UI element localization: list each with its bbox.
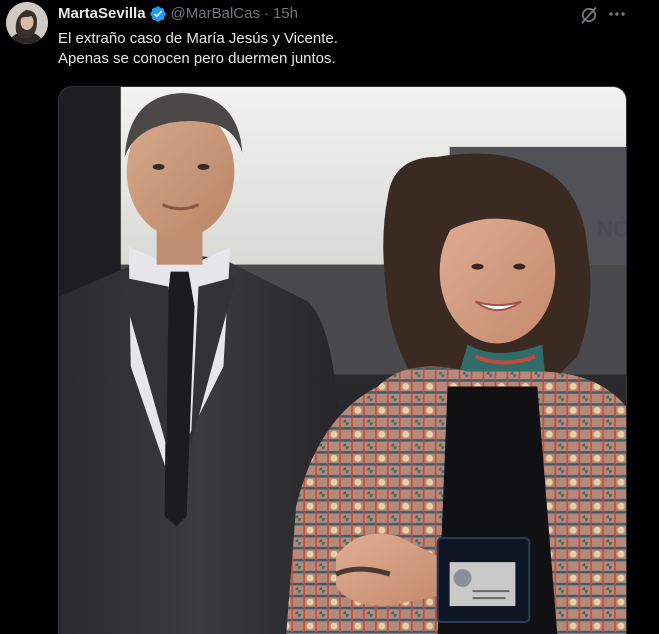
- more-options-icon[interactable]: [606, 4, 628, 24]
- grok-icon[interactable]: [579, 5, 599, 25]
- tweet-header: MartaSevilla @MarBalCas · 15h: [58, 5, 298, 23]
- tweet-text-line: El extraño caso de María Jesús y Vicente…: [58, 30, 338, 47]
- tweet[interactable]: MartaSevilla @MarBalCas · 15h El extraño…: [0, 0, 659, 634]
- verified-badge-icon[interactable]: [149, 5, 167, 23]
- avatar[interactable]: [6, 2, 48, 44]
- separator-dot: ·: [263, 5, 269, 22]
- tweet-photo[interactable]: NÓ: [58, 86, 627, 634]
- user-handle[interactable]: @MarBalCas: [171, 5, 260, 23]
- display-name[interactable]: MartaSevilla: [58, 5, 146, 23]
- tweet-text-line: Apenas se conocen pero duermen juntos.: [58, 50, 336, 67]
- background-sign-text: NÓ: [597, 217, 626, 242]
- tweet-text: El extraño caso de María Jesús y Vicente…: [58, 29, 618, 69]
- timestamp[interactable]: 15h: [273, 5, 298, 23]
